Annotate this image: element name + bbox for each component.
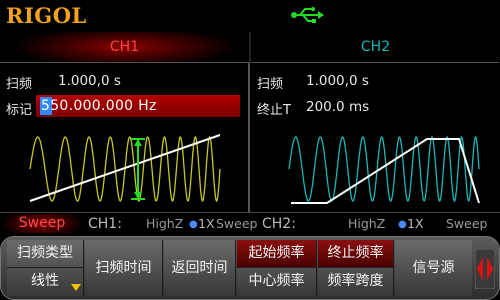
dropdown-arrow-icon	[71, 284, 81, 291]
sweep-type-key[interactable]: 扫频类型 线性	[7, 240, 84, 296]
ch2-waveform	[288, 135, 480, 204]
ch1-load: HighZ	[146, 216, 184, 231]
sweep-time-key[interactable]: 扫频时间	[85, 240, 163, 296]
tab-ch1[interactable]: CH1	[0, 32, 249, 62]
ch2-gain: 1X	[407, 216, 424, 231]
tab-ch2[interactable]: CH2	[251, 32, 500, 62]
ch2-stop-label: 终止T	[257, 103, 291, 118]
ch1-gain: 1X	[198, 216, 215, 231]
ch1-marker-label: 标记	[6, 103, 33, 118]
header-bar: RIGOL	[0, 0, 500, 30]
ch2-sweep-sine	[288, 135, 480, 203]
brand-logo: RIGOL	[6, 3, 87, 28]
source-key[interactable]: 信号源	[395, 240, 472, 296]
ch1-gain-dot-icon: ●	[189, 219, 198, 230]
stop-span-key[interactable]: 终止频率 频率跨度	[318, 240, 394, 296]
ch1-waveform	[29, 134, 221, 203]
panel-divider	[248, 62, 250, 212]
status-bar: Sweep CH1: HighZ ● 1X Sweep CH2: HighZ ●…	[0, 212, 500, 235]
ch1-marker-arrow-up	[134, 139, 142, 146]
ch2-mode: Sweep	[446, 216, 488, 231]
usb-icon	[291, 7, 324, 23]
sweep-type-label: 扫频类型	[7, 240, 83, 268]
ch2-sweep-value: 1.000,0 s	[306, 73, 369, 89]
ch2-panel: 扫频 1.000,0 s 终止T 200.0 ms	[251, 62, 499, 213]
ch1-sweep-value: 1.000,0 s	[58, 73, 121, 89]
ch2-load: HighZ	[348, 216, 386, 231]
center-freq-label: 中心频率	[248, 273, 305, 289]
ch1-sweep-label: 扫频	[6, 77, 33, 92]
start-freq-label: 起始频率	[237, 240, 316, 268]
ch1-mode: Sweep	[216, 216, 258, 231]
source-label: 信号源	[412, 260, 455, 276]
ch1-panel: 扫频 1.000,0 s 标记 550.000.000 Hz	[0, 62, 248, 213]
sweep-mode-badge: Sweep	[4, 214, 80, 233]
freq-span-label: 频率跨度	[327, 273, 384, 289]
stop-freq-label: 终止频率	[318, 240, 393, 268]
start-center-key[interactable]: 起始频率 中心频率	[237, 240, 317, 296]
tab-divider	[249, 32, 251, 62]
ch1-status-label: CH1:	[88, 216, 122, 232]
menu-page-arrow-icon[interactable]	[475, 249, 495, 289]
ch2-sweep-label: 扫频	[257, 77, 284, 92]
return-time-label: 返回时间	[171, 260, 228, 276]
sweep-time-label: 扫频时间	[95, 260, 152, 276]
return-time-key[interactable]: 返回时间	[164, 240, 236, 296]
ch2-gain-dot-icon: ●	[398, 219, 407, 230]
ch2-status-label: CH2:	[262, 216, 296, 232]
softkey-menu: 扫频类型 线性 扫频时间 返回时间 起始频率 中心频率 终止频率 频率跨度 信号…	[0, 236, 500, 300]
ch1-marker-value[interactable]: 550.000.000 Hz	[41, 98, 157, 114]
ch2-stop-value: 200.0 ms	[306, 99, 370, 115]
